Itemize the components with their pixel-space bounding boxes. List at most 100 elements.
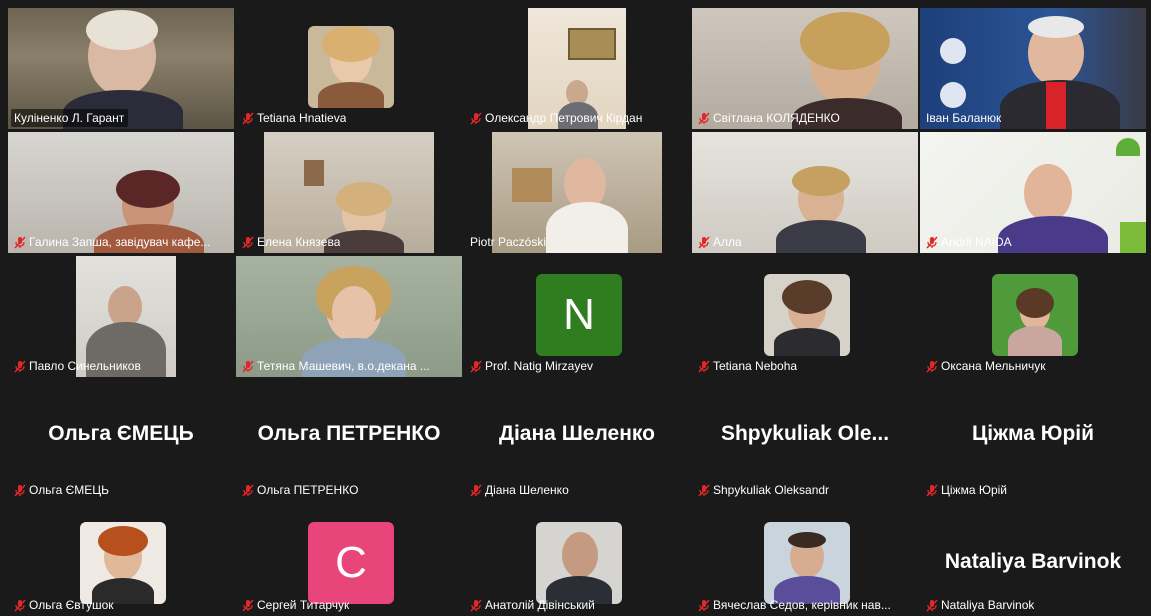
participant-name: Галина Запша, завідувач кафе...: [29, 235, 211, 249]
muted-mic-icon: [14, 359, 26, 373]
participant-tile[interactable]: Nataliya Barvinok Nataliya Barvinok: [920, 504, 1146, 616]
participant-name-tag: Tetiana Neboha: [695, 357, 801, 375]
participant-tile[interactable]: Алла: [692, 132, 918, 253]
participant-name: Tetiana Neboha: [713, 359, 798, 373]
participant-tile[interactable]: Ольга Євтушок: [8, 504, 234, 616]
participant-name-tag: Tetiana Hnatieva: [239, 109, 350, 127]
participant-name: Shpykuliak Oleksandr: [713, 483, 830, 497]
participant-name: Алла: [713, 235, 742, 249]
participant-name-tag: Елена Князева: [239, 233, 344, 251]
participant-tile-active-speaker[interactable]: Куліненко Л. Гарант: [8, 8, 234, 129]
participant-name: Оксана Мельничук: [941, 359, 1046, 373]
participant-tile[interactable]: Тетяна Машевич, в.о.декана ...: [236, 256, 462, 377]
participant-tile[interactable]: N Prof. Natig Mirzayev: [464, 256, 690, 377]
muted-mic-icon: [926, 483, 938, 497]
participant-name: Ціжма Юрій: [941, 483, 1007, 497]
participant-tile[interactable]: Світлана КОЛЯДЕНКО: [692, 8, 918, 129]
participant-display-name: Ціжма Юрій: [971, 422, 1095, 445]
participant-name: Іван Баланюк: [926, 111, 1002, 125]
participant-name: Nataliya Barvinok: [941, 598, 1035, 612]
participant-name-tag: Павло Синельников: [11, 357, 145, 375]
muted-mic-icon: [470, 483, 482, 497]
muted-mic-icon: [242, 598, 254, 612]
participant-display-name: Діана Шеленко: [499, 422, 655, 445]
participant-name: Andrii NAIDA: [941, 235, 1012, 249]
participant-tile[interactable]: Павло Синельников: [8, 256, 234, 377]
participant-tile[interactable]: Олександр Петрович Кірдан: [464, 8, 690, 129]
participant-tile[interactable]: Ольга ПЕТРЕНКО Ольга ПЕТРЕНКО: [236, 380, 462, 501]
participant-tile[interactable]: C Сергей Титарчук: [236, 504, 462, 616]
participant-name-tag: Andrii NAIDA: [923, 233, 1016, 251]
participant-avatar: [536, 522, 622, 604]
participant-name: Павло Синельников: [29, 359, 141, 373]
participant-tile[interactable]: Tetiana Hnatieva: [236, 8, 462, 129]
muted-mic-icon: [698, 598, 710, 612]
participant-display-name: Nataliya Barvinok: [944, 550, 1122, 573]
participant-name-tag: Анатолій Дівінський: [467, 596, 599, 614]
participant-name-tag: Олександр Петрович Кірдан: [467, 109, 646, 127]
participant-name-tag: Piotr Paczóski: [467, 233, 550, 251]
participant-avatar: [308, 26, 394, 108]
participant-display-name: Ольга ПЕТРЕНКО: [257, 422, 441, 445]
participant-tile[interactable]: Ціжма Юрій Ціжма Юрій: [920, 380, 1146, 501]
participant-name-tag: Shpykuliak Oleksandr: [695, 481, 833, 499]
participant-tile[interactable]: Ольга ЄМЕЦЬ Ольга ЄМЕЦЬ: [8, 380, 234, 501]
participant-avatar: [764, 274, 850, 356]
participant-avatar: [764, 522, 850, 604]
muted-mic-icon: [14, 483, 26, 497]
muted-mic-icon: [698, 359, 710, 373]
muted-mic-icon: [698, 235, 710, 249]
participant-tile[interactable]: Piotr Paczóski: [464, 132, 690, 253]
participant-name: Анатолій Дівінський: [485, 598, 595, 612]
muted-mic-icon: [926, 235, 938, 249]
muted-mic-icon: [470, 359, 482, 373]
participant-name-tag: Оксана Мельничук: [923, 357, 1050, 375]
participant-avatar: [80, 522, 166, 604]
muted-mic-icon: [698, 483, 710, 497]
participant-name-tag: Ціжма Юрій: [923, 481, 1011, 499]
participant-name: Prof. Natig Mirzayev: [485, 359, 594, 373]
muted-mic-icon: [470, 598, 482, 612]
participant-name: Вячеслав Седов, керівник нав...: [713, 598, 891, 612]
participant-name-tag: Тетяна Машевич, в.о.декана ...: [239, 357, 434, 375]
participant-name: Сергей Титарчук: [257, 598, 350, 612]
participant-name-tag: Ольга ПЕТРЕНКО: [239, 481, 362, 499]
participant-name-tag: Prof. Natig Mirzayev: [467, 357, 597, 375]
muted-mic-icon: [470, 111, 482, 125]
participant-name: Світлана КОЛЯДЕНКО: [713, 111, 840, 125]
muted-mic-icon: [242, 359, 254, 373]
participant-tile[interactable]: Діана Шеленко Діана Шеленко: [464, 380, 690, 501]
muted-mic-icon: [14, 598, 26, 612]
participant-tile[interactable]: Shpykuliak Ole... Shpykuliak Oleksandr: [692, 380, 918, 501]
participant-name: Діана Шеленко: [485, 483, 569, 497]
participant-display-name: Shpykuliak Ole...: [720, 422, 890, 445]
participant-tile[interactable]: Tetiana Neboha: [692, 256, 918, 377]
participant-name: Ольга Євтушок: [29, 598, 114, 612]
participant-tile[interactable]: Іван Баланюк: [920, 8, 1146, 129]
participant-name-tag: Світлана КОЛЯДЕНКО: [695, 109, 844, 127]
participant-name-tag: Ольга Євтушок: [11, 596, 118, 614]
participant-name-tag: Алла: [695, 233, 746, 251]
participant-name: Ольга ПЕТРЕНКО: [257, 483, 359, 497]
muted-mic-icon: [242, 111, 254, 125]
participant-tile[interactable]: Анатолій Дівінський: [464, 504, 690, 616]
participant-name-tag: Сергей Титарчук: [239, 596, 353, 614]
participant-name-tag: Діана Шеленко: [467, 481, 573, 499]
participant-name: Ольга ЄМЕЦЬ: [29, 483, 109, 497]
participant-name: Куліненко Л. Гарант: [14, 111, 125, 125]
participant-tile[interactable]: Оксана Мельничук: [920, 256, 1146, 377]
video-gallery: Куліненко Л. Гарант Tetiana Hnatieva Оле…: [0, 0, 1151, 616]
muted-mic-icon: [926, 359, 938, 373]
participant-display-name: Ольга ЄМЕЦЬ: [48, 422, 194, 445]
participant-tile[interactable]: Елена Князева: [236, 132, 462, 253]
participant-name: Елена Князева: [257, 235, 341, 249]
participant-tile[interactable]: Галина Запша, завідувач кафе...: [8, 132, 234, 253]
participant-avatar: [992, 274, 1078, 356]
participant-name-tag: Іван Баланюк: [923, 109, 1005, 127]
muted-mic-icon: [242, 235, 254, 249]
participant-initial-avatar: C: [308, 522, 394, 604]
participant-name: Тетяна Машевич, в.о.декана ...: [257, 359, 430, 373]
participant-tile[interactable]: Andrii NAIDA: [920, 132, 1146, 253]
muted-mic-icon: [242, 483, 254, 497]
participant-tile[interactable]: Вячеслав Седов, керівник нав...: [692, 504, 918, 616]
